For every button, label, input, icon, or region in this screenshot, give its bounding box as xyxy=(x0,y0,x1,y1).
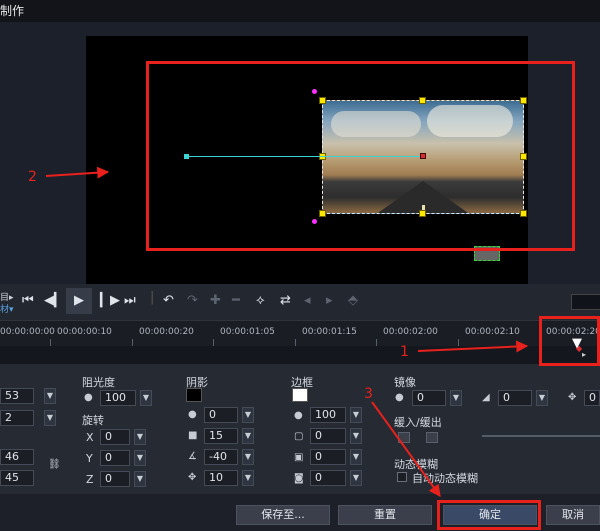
arrow-to-preview xyxy=(45,166,110,179)
arrow-to-keyframe xyxy=(417,340,529,353)
annotation-arrows xyxy=(45,166,529,497)
arrow-to-ok xyxy=(371,401,441,497)
